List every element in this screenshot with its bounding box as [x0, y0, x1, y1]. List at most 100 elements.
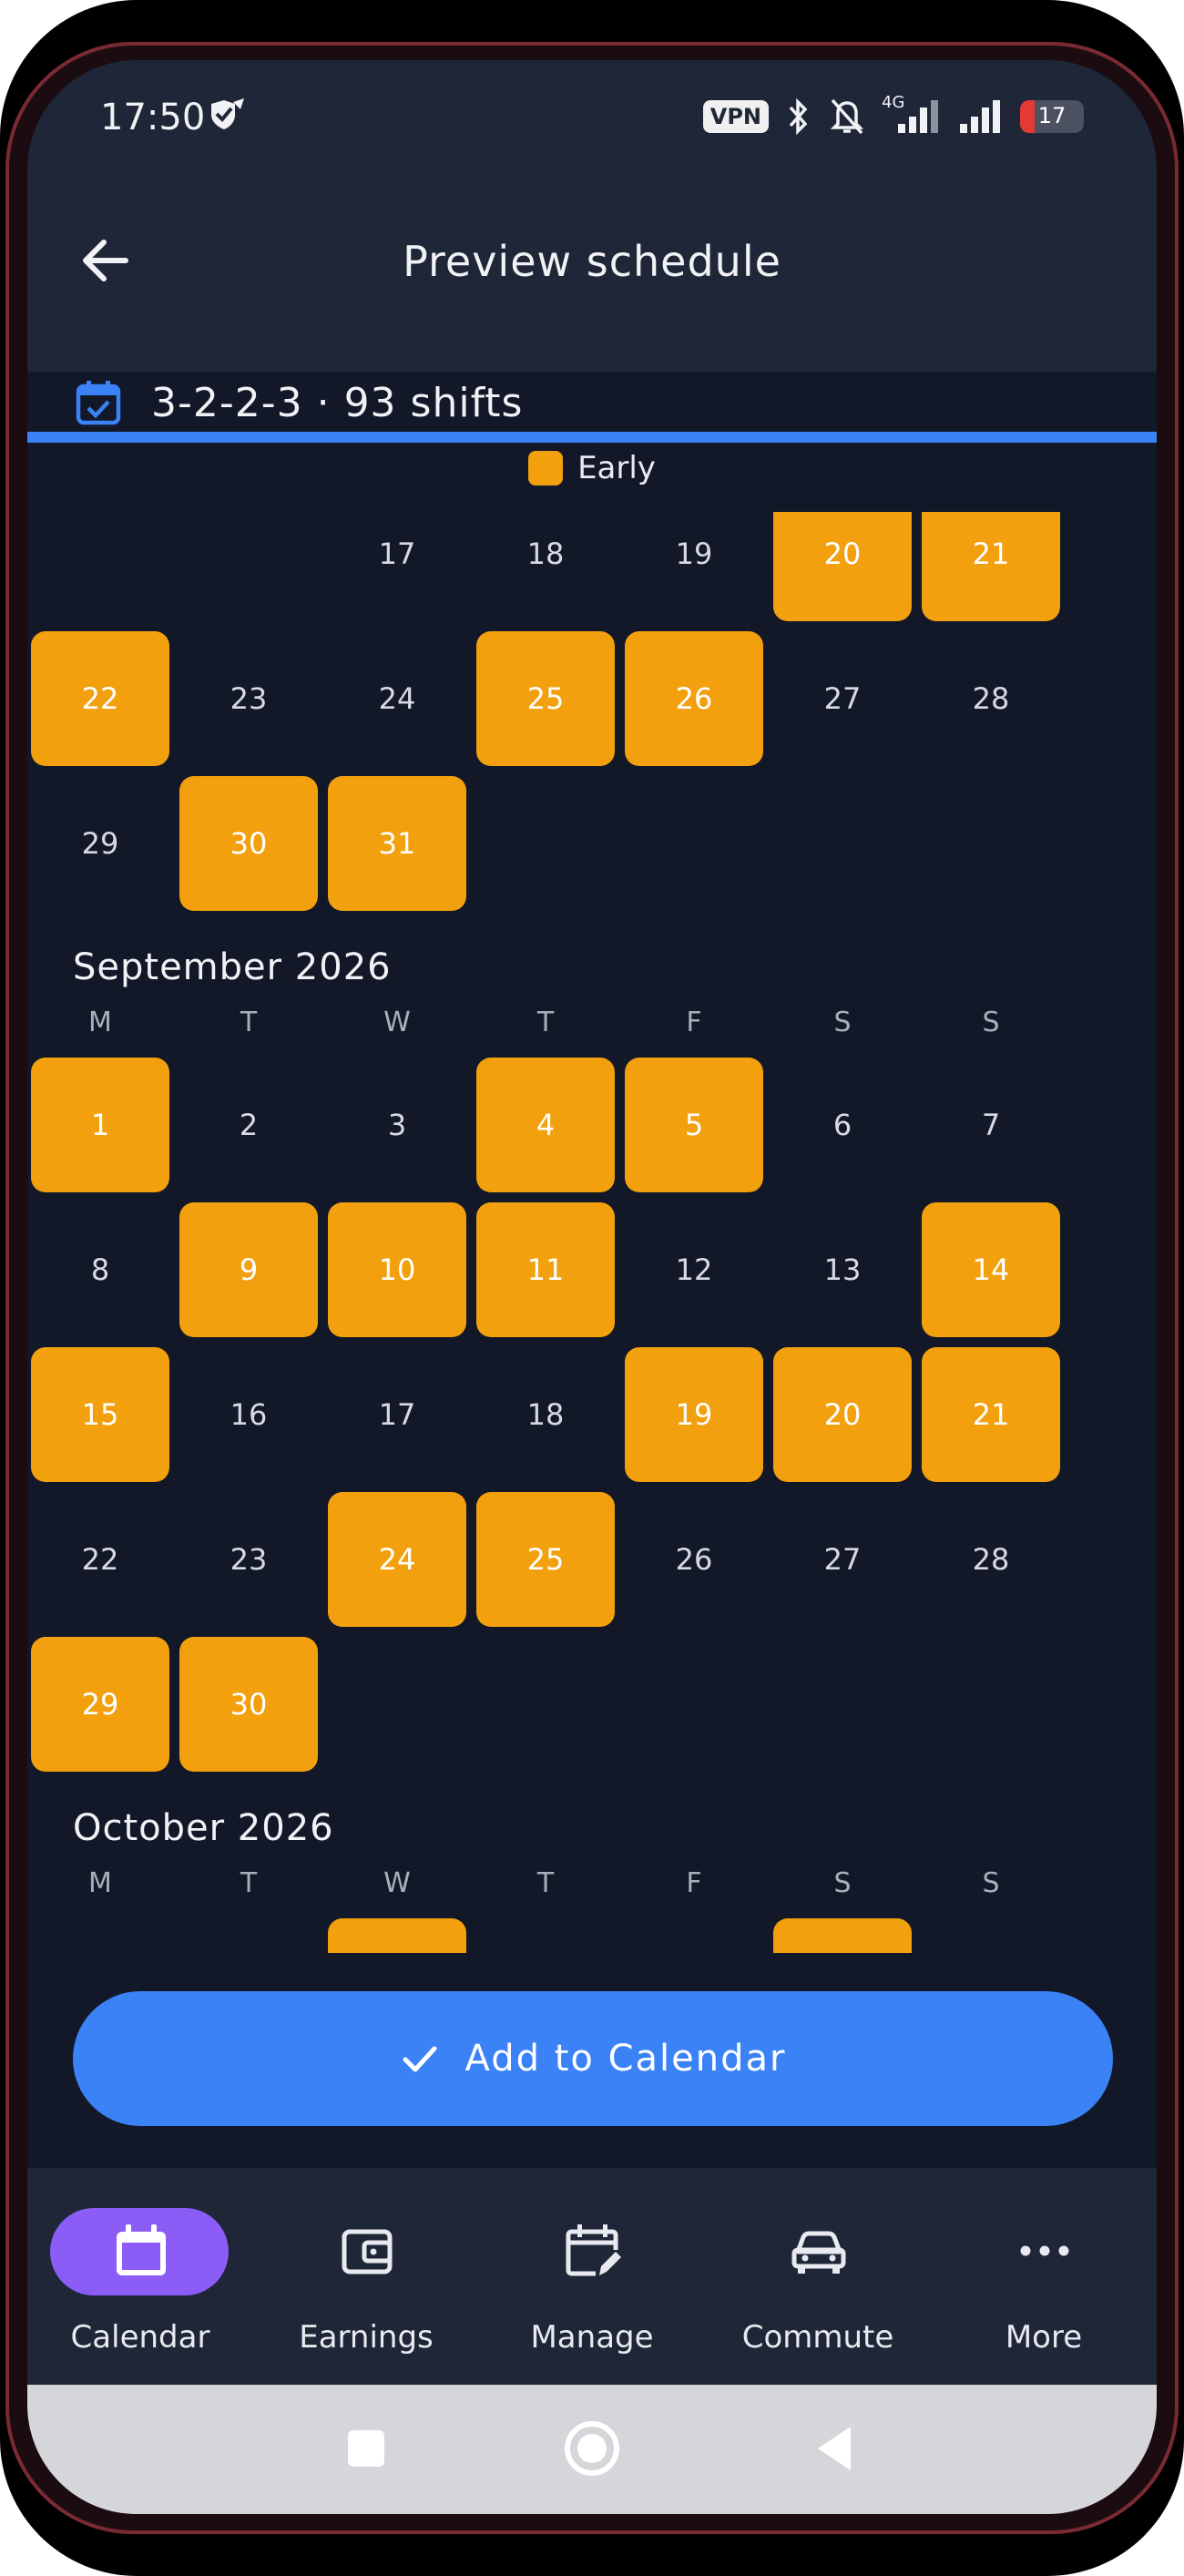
calendar-day[interactable]: 23 [179, 1492, 318, 1627]
weekday-header: S [833, 1867, 852, 1899]
calendar-day[interactable]: 3 [625, 1918, 763, 1953]
weekday-header: M [88, 1867, 112, 1899]
calendar-day[interactable]: 6 [773, 1058, 912, 1192]
nav-label-manage: Manage [530, 2319, 654, 2356]
back-triangle-icon[interactable] [800, 2412, 873, 2485]
legend-label-early: Early [577, 450, 656, 486]
weekday-header: T [536, 1867, 555, 1899]
calendar-edit-icon [566, 2224, 621, 2276]
calendar-day[interactable]: 22 [31, 1492, 169, 1627]
top-app-bar: Preview schedule [27, 173, 1157, 443]
nav-label-commute: Commute [741, 2319, 894, 2356]
calendar-day[interactable]: 2 [476, 1918, 615, 1953]
nav-label-earnings: Earnings [299, 2319, 434, 2356]
calendar-day-shift[interactable]: 30 [179, 1637, 318, 1772]
calendar-day-shift[interactable]: 9 [179, 1202, 318, 1337]
calendar-day[interactable]: 17 [328, 1347, 466, 1482]
calendar-scroll-area[interactable]: 17 18 19 20 21 22 23 24 25 26 27 28 29 30 31 September … [27, 512, 1157, 1953]
calendar-day-shift[interactable]: 4 [773, 1918, 912, 1953]
status-icons: VPN 4G 17 [702, 93, 1084, 138]
weekday-header: S [833, 1007, 852, 1038]
nav-label-calendar: Calendar [70, 2319, 210, 2356]
nav-item-commute[interactable]: Commute [705, 2168, 931, 2385]
more-dots-icon [1020, 2245, 1069, 2256]
calendar-day[interactable]: 8 [31, 1202, 169, 1337]
weekday-header: T [240, 1867, 258, 1899]
calendar-day[interactable]: 7 [922, 1058, 1060, 1192]
calendar-day[interactable]: 27 [773, 631, 912, 766]
month-title: October 2026 [73, 1807, 334, 1849]
calendar-day-shift[interactable]: 25 [476, 1492, 615, 1627]
schedule-summary: 3-2-2-3 · 93 shifts [75, 366, 523, 439]
calendar-day-shift[interactable]: 21 [922, 1347, 1060, 1482]
calendar-day-shift[interactable]: 25 [476, 631, 615, 766]
system-navigation-bar [27, 2385, 1157, 2514]
calendar-day[interactable]: 18 [476, 512, 615, 621]
app-screen: 17:50 VPN 4G 17 Preview schedule 3-2-2-3… [27, 60, 1157, 2514]
calendar-day[interactable]: 13 [773, 1202, 912, 1337]
calendar-day-shift[interactable]: 20 [773, 512, 912, 621]
calendar-day-shift[interactable]: 4 [476, 1058, 615, 1192]
weekday-header: F [686, 1867, 702, 1899]
calendar-day-shift[interactable]: 29 [31, 1637, 169, 1772]
shield-check-icon [211, 98, 244, 129]
weekday-header: W [383, 1007, 411, 1038]
check-icon [403, 2046, 437, 2072]
calendar-icon [117, 2224, 166, 2275]
calendar-day[interactable]: 3 [328, 1058, 466, 1192]
calendar-day[interactable]: 27 [773, 1492, 912, 1627]
weekday-header: F [686, 1007, 702, 1038]
legend: Early [27, 450, 1157, 486]
calendar-day-shift[interactable]: 19 [625, 1347, 763, 1482]
recents-square-icon[interactable] [330, 2412, 403, 2485]
notifications-off-icon [830, 98, 864, 135]
signal-bars-icon-2 [960, 100, 1000, 133]
cell-signal-4g: 4G [882, 93, 942, 137]
calendar-day-shift[interactable]: 20 [773, 1347, 912, 1482]
calendar-day-shift[interactable]: 5 [625, 1058, 763, 1192]
bluetooth-icon [789, 97, 808, 136]
calendar-day[interactable]: 5 [922, 1918, 1060, 1953]
month-title: September 2026 [73, 946, 392, 988]
weekday-header: W [383, 1867, 411, 1899]
calendar-day-shift[interactable]: 10 [328, 1202, 466, 1337]
calendar-check-icon [76, 381, 121, 425]
weekday-header: T [240, 1007, 258, 1038]
nav-item-earnings[interactable]: Earnings [253, 2168, 479, 2385]
calendar-day[interactable]: 26 [625, 1492, 763, 1627]
wallet-icon [342, 2229, 393, 2274]
status-time: 17:50 [100, 97, 206, 138]
calendar-day-shift[interactable]: 24 [328, 1492, 466, 1627]
legend-swatch-early [528, 451, 564, 486]
calendar-day[interactable]: 18 [476, 1347, 615, 1482]
add-to-calendar-button[interactable]: Add to Calendar [73, 1991, 1113, 2126]
calendar-day-shift[interactable]: 31 [328, 776, 466, 911]
calendar-day[interactable]: 29 [31, 776, 169, 911]
calendar-day-shift[interactable]: 15 [31, 1347, 169, 1482]
calendar-day[interactable]: 28 [922, 1492, 1060, 1627]
nav-label-more: More [1005, 2319, 1083, 2356]
calendar-day-shift[interactable]: 22 [31, 631, 169, 766]
calendar-day[interactable]: 23 [179, 631, 318, 766]
nav-item-calendar[interactable]: Calendar [27, 2168, 253, 2385]
battery-level: 17 [1037, 103, 1067, 128]
calendar-day[interactable]: 19 [625, 512, 763, 621]
calendar-day[interactable]: 16 [179, 1347, 318, 1482]
calendar-day[interactable]: 28 [922, 631, 1060, 766]
battery-icon: 17 [1020, 100, 1084, 133]
calendar-day[interactable]: 24 [328, 631, 466, 766]
calendar-day-shift[interactable]: 26 [625, 631, 763, 766]
nav-item-more[interactable]: More [931, 2168, 1157, 2385]
calendar-day-shift[interactable]: 30 [179, 776, 318, 911]
calendar-day-shift[interactable]: 14 [922, 1202, 1060, 1337]
calendar-day-shift[interactable]: 11 [476, 1202, 615, 1337]
home-circle-icon[interactable] [556, 2412, 628, 2485]
calendar-day-shift[interactable]: 21 [922, 512, 1060, 621]
calendar-day-shift[interactable]: 1 [31, 1058, 169, 1192]
weekday-header: M [88, 1007, 112, 1038]
calendar-day-shift[interactable]: 1 [328, 1918, 466, 1953]
calendar-day[interactable]: 2 [179, 1058, 318, 1192]
calendar-day[interactable]: 12 [625, 1202, 763, 1337]
calendar-day[interactable]: 17 [328, 512, 466, 621]
nav-item-manage[interactable]: Manage [479, 2168, 705, 2385]
